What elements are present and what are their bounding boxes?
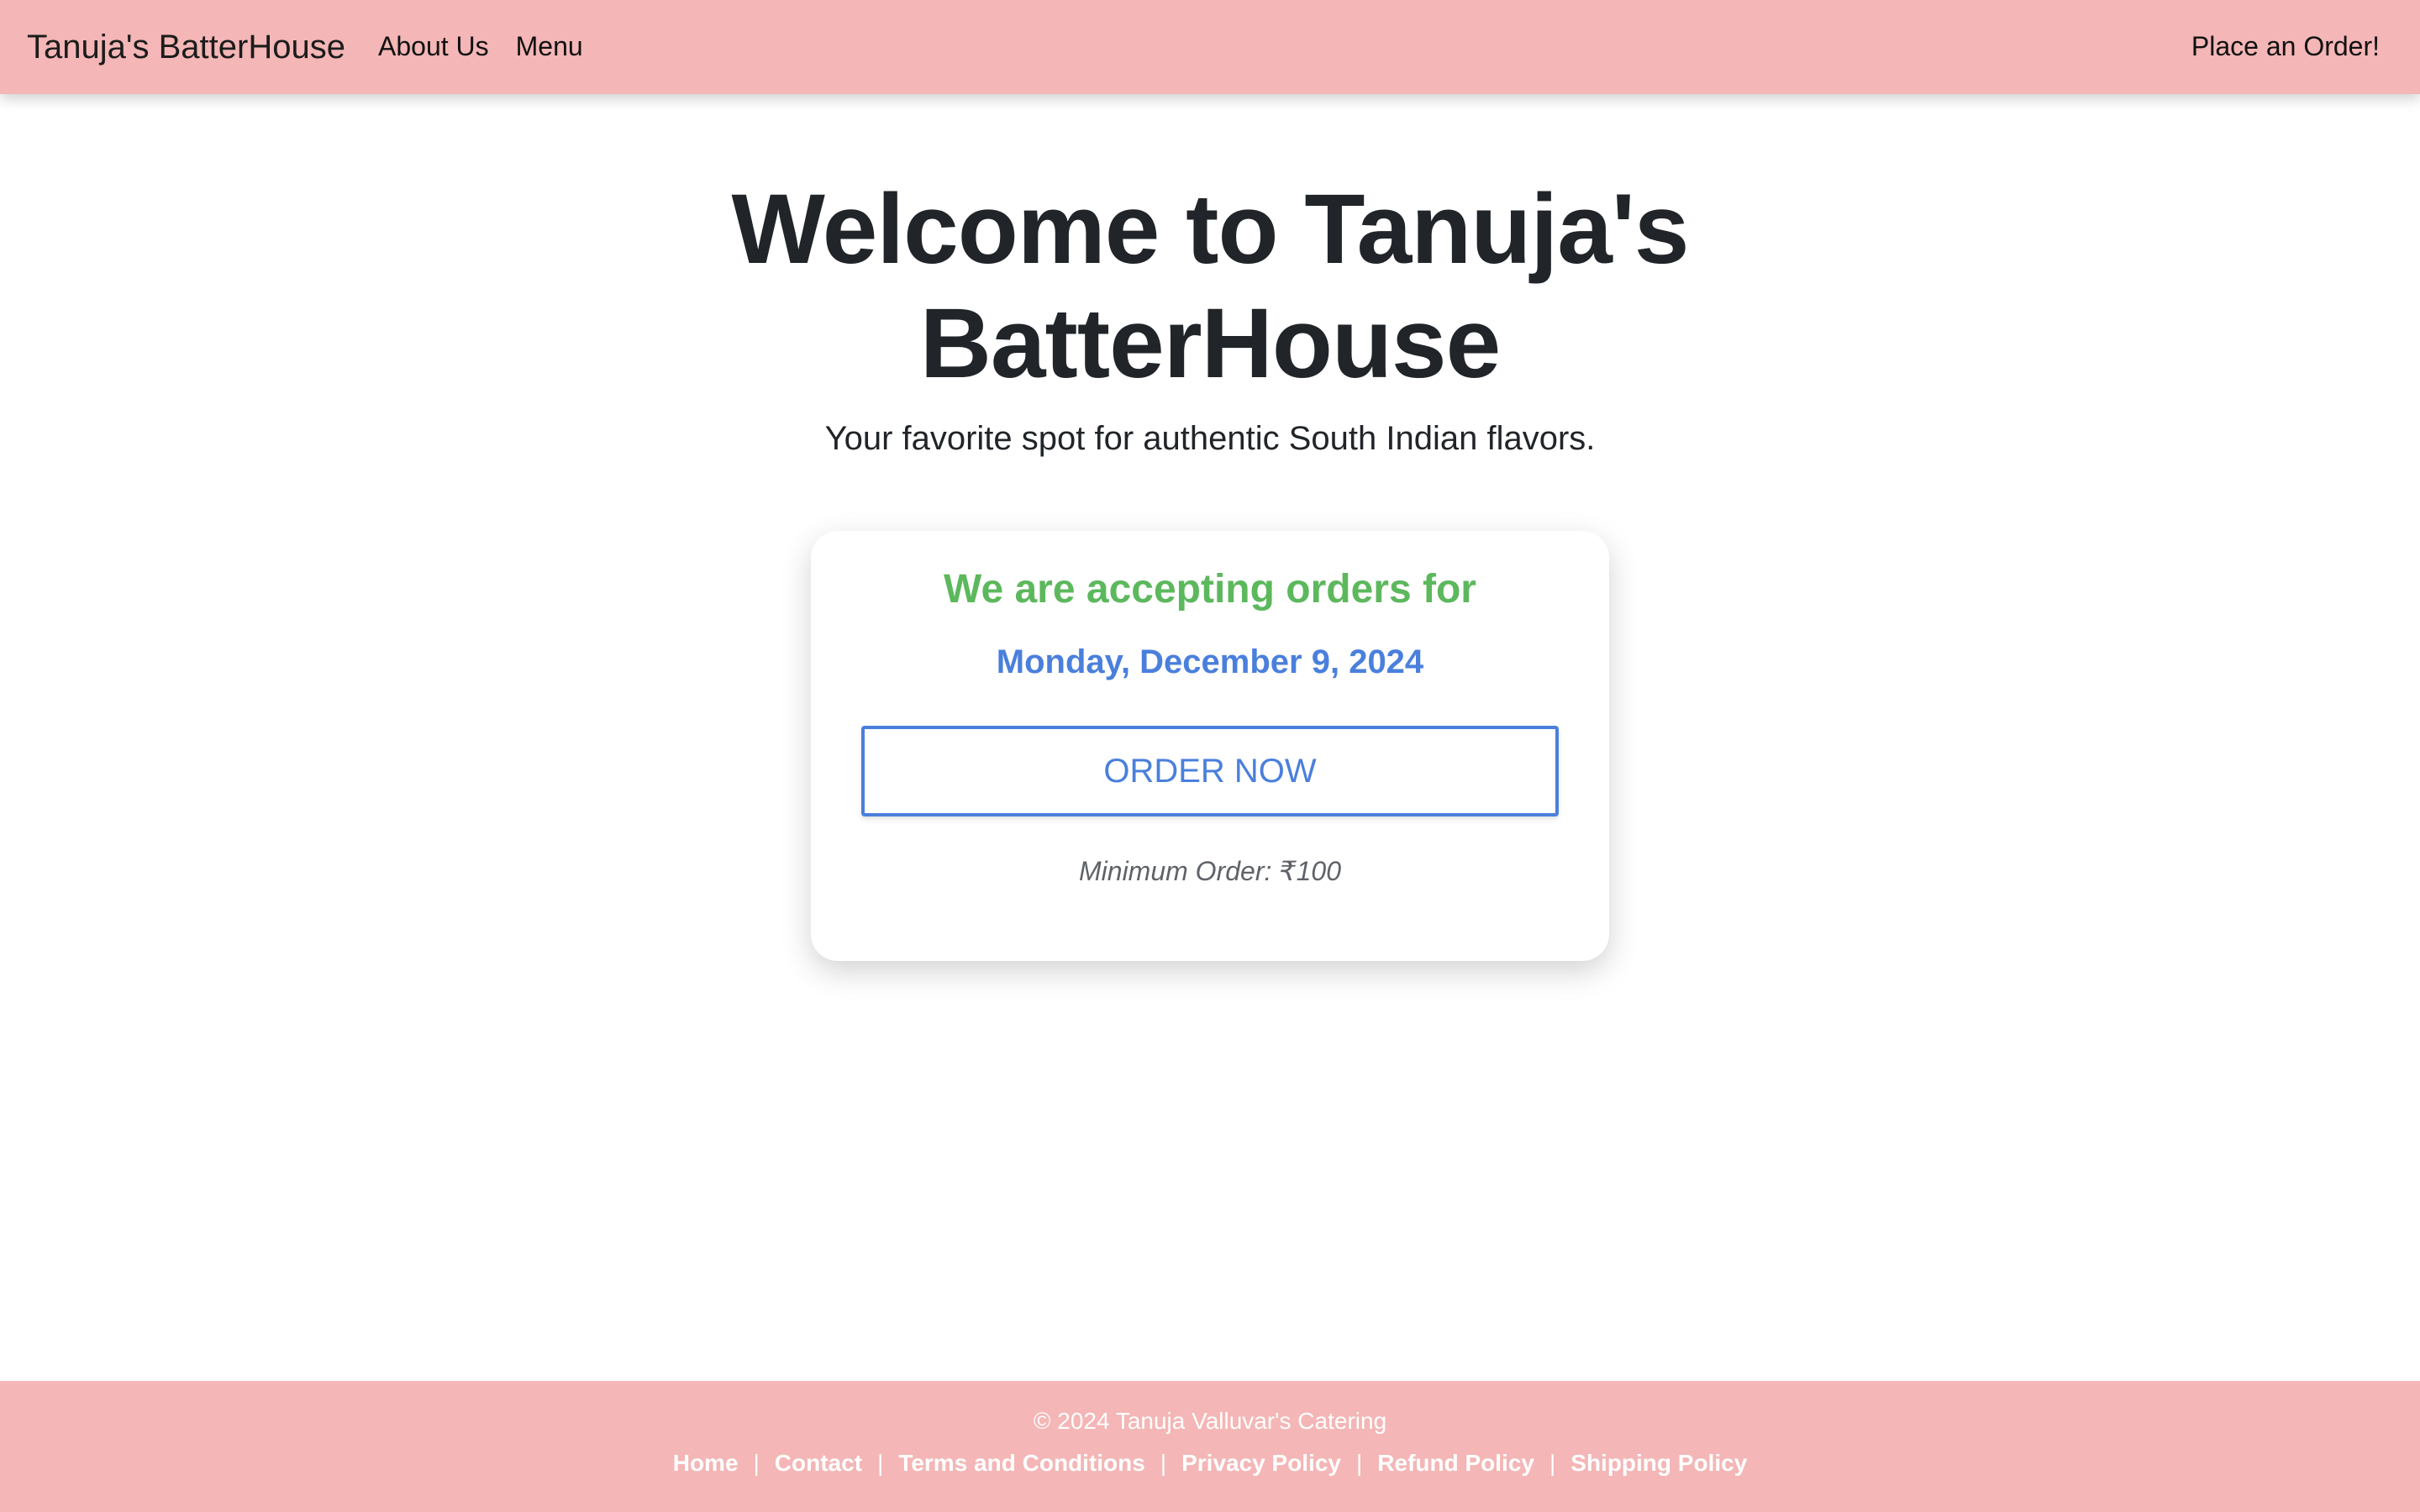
nav-link-about-us[interactable]: About Us: [378, 29, 489, 64]
footer-link-home[interactable]: Home: [673, 1450, 739, 1476]
footer-separator: |: [1549, 1450, 1556, 1476]
footer-link-privacy[interactable]: Privacy Policy: [1181, 1450, 1341, 1476]
footer-separator: |: [1160, 1450, 1167, 1476]
page-subtitle: Your favorite spot for authentic South I…: [824, 420, 1596, 457]
page-title: Welcome to Tanuja's BatterHouse: [0, 172, 2420, 401]
footer-link-refund[interactable]: Refund Policy: [1377, 1450, 1534, 1476]
order-now-button[interactable]: ORDER NOW: [861, 726, 1559, 816]
order-date: Monday, December 9, 2024: [996, 643, 1424, 680]
nav-link-menu[interactable]: Menu: [516, 29, 583, 64]
page-title-line-1: Welcome to Tanuja's: [731, 174, 1689, 285]
nav-link-place-order[interactable]: Place an Order!: [2191, 29, 2380, 64]
nav-links: About Us Menu: [378, 29, 583, 64]
order-card: We are accepting orders for Monday, Dece…: [811, 531, 1609, 961]
footer-separator: |: [877, 1450, 884, 1476]
footer-link-contact[interactable]: Contact: [775, 1450, 862, 1476]
footer-separator: |: [753, 1450, 760, 1476]
navbar: Tanuja's BatterHouse About Us Menu Place…: [0, 0, 2420, 94]
page-title-line-2: BatterHouse: [919, 288, 1502, 399]
minimum-order-note: Minimum Order: ₹100: [1079, 856, 1341, 886]
footer: © 2024 Tanuja Valluvar's Catering Home | C…: [0, 1381, 2420, 1512]
order-card-heading: We are accepting orders for: [944, 567, 1476, 612]
footer-link-shipping[interactable]: Shipping Policy: [1570, 1450, 1747, 1476]
footer-separator: |: [1356, 1450, 1363, 1476]
brand-link[interactable]: Tanuja's BatterHouse: [27, 25, 345, 69]
footer-links: Home | Contact | Terms and Conditions | Privac…: [0, 1448, 2420, 1478]
footer-copyright: © 2024 Tanuja Valluvar's Catering: [1033, 1408, 1387, 1434]
footer-link-terms[interactable]: Terms and Conditions: [898, 1450, 1145, 1476]
